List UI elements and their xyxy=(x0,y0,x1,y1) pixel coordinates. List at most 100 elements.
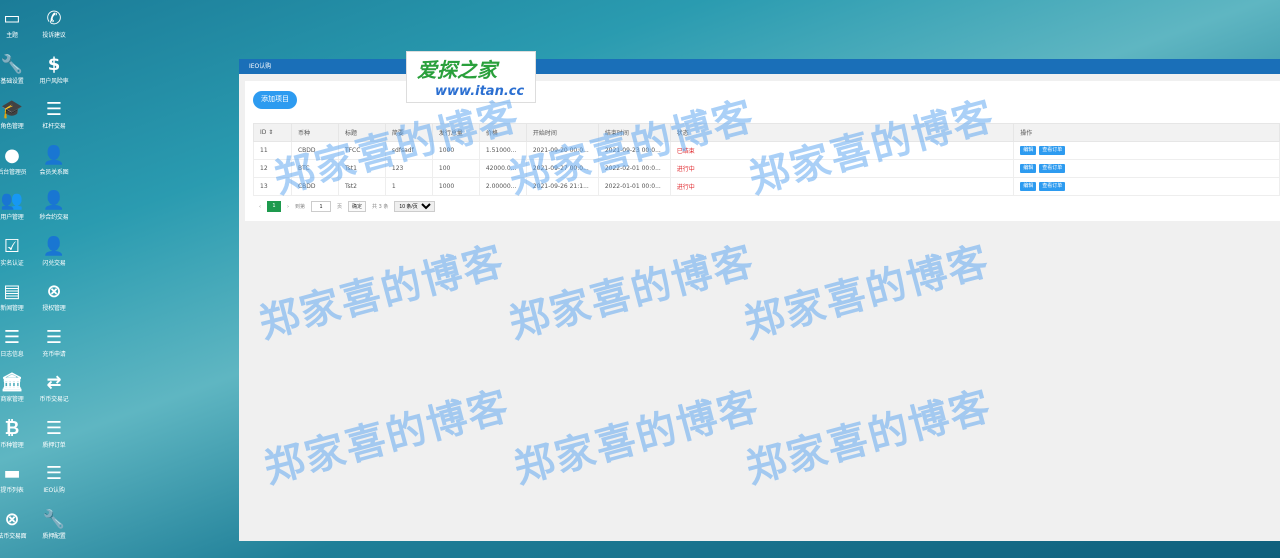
desktop-shortcut-label: 投诉建议 xyxy=(42,32,66,39)
desktop-shortcut[interactable]: 👤 会员关系图 xyxy=(34,145,74,177)
edit-button[interactable]: 编辑 xyxy=(1020,146,1037,155)
prev-page-button[interactable]: ‹ xyxy=(259,204,261,210)
bank-icon: 🏛 xyxy=(0,372,24,393)
list-icon: ☰ xyxy=(45,326,63,348)
cell-status: 进行中 xyxy=(669,159,1015,178)
cell-start: 2021-09-20 00:0... xyxy=(525,141,599,160)
desktop-shortcut[interactable]: ▬ 提币列表 xyxy=(0,463,32,495)
add-project-button[interactable]: 添加项目 xyxy=(253,91,297,109)
desktop-shortcut-label: 质押配置 xyxy=(42,532,66,540)
edit-button[interactable]: 编辑 xyxy=(1020,182,1037,191)
column-header: 币种 xyxy=(290,123,339,142)
desktop-shortcut[interactable]: $ 用户风险率 xyxy=(34,54,74,86)
desktop-shortcut[interactable]: ☰ 质押订单 xyxy=(34,418,74,450)
desktop-shortcut[interactable]: ☰ 日志信息 xyxy=(0,327,32,359)
confirm-page-button[interactable]: 确定 xyxy=(348,201,367,212)
column-header[interactable]: ID ⇕ xyxy=(253,123,292,142)
list-icon: ☰ xyxy=(45,99,63,120)
list-icon: ☰ xyxy=(45,463,63,484)
desktop-shortcut[interactable]: ⊗ 授权管理 xyxy=(34,281,74,313)
desktop-shortcut-label: 日志信息 xyxy=(0,350,24,358)
cell-id: 11 xyxy=(253,141,292,160)
window-content: 添加项目 ID ⇕ 币种 标题 简要 发行总量 价格 开始时间 结束时间 状态 操作 11 CBDD… xyxy=(245,81,1280,221)
page-1-button[interactable]: 1 xyxy=(267,201,281,212)
desktop-shortcut[interactable]: ✆ 投诉建议 xyxy=(34,8,74,40)
cell-end: 2022-02-01 00:0... xyxy=(597,159,671,178)
desktop-shortcut[interactable]: 🎓 角色管理 xyxy=(0,99,32,131)
list-icon: ☰ xyxy=(3,326,21,348)
desktop-shortcut[interactable]: ₿ 币种管理 xyxy=(0,418,32,450)
cell-coin: BTC xyxy=(290,159,339,178)
desktop-shortcut[interactable]: 👤 闪兑交易 xyxy=(34,236,74,268)
cell-total: 1000 xyxy=(431,177,480,196)
users-icon: 👥 xyxy=(0,190,24,211)
cell-price: 1.51000... xyxy=(478,141,527,160)
desktop-shortcut-label: IEO认购 xyxy=(43,487,65,494)
news-icon: ▤ xyxy=(3,281,21,302)
desktop-shortcut[interactable]: 🔧 质押配置 xyxy=(34,509,74,541)
desktop-shortcut[interactable]: ☰ 充币申请 xyxy=(34,327,74,359)
desktop-shortcut-label: 充币申请 xyxy=(42,350,66,358)
window-title: IEO认购 xyxy=(239,59,1280,74)
cell-coin: CBDD xyxy=(290,141,339,160)
cell-start: 2021-09-26 21:1... xyxy=(525,177,599,196)
desktop-shortcut-label: 授权管理 xyxy=(42,305,66,312)
cell-actions: 编辑 查看订单 xyxy=(1013,159,1280,178)
column-header: 简要 xyxy=(384,123,433,142)
desktop-shortcut-label: 实名认证 xyxy=(0,259,24,267)
desktop-shortcut[interactable]: 🔧 基础设置 xyxy=(0,54,32,86)
dollar-icon: $ xyxy=(47,53,61,75)
wrench-icon: 🔧 xyxy=(42,508,66,530)
cell-title: Tst2 xyxy=(337,177,386,196)
edit-button[interactable]: 编辑 xyxy=(1020,164,1037,173)
next-page-button[interactable]: › xyxy=(287,204,289,210)
column-header: 操作 xyxy=(1013,123,1280,142)
desktop-shortcut-label: 闪兑交易 xyxy=(42,259,66,267)
table-row: 12 BTC Tst1 123 100 42000.0... 2021-09-27 00:0… xyxy=(253,159,1280,178)
cell-id: 12 xyxy=(253,159,292,178)
cell-brief: 123 xyxy=(384,159,433,178)
desktop-shortcut-label: 后台管理员 xyxy=(0,168,27,176)
desktop-shortcut-label: 法币交易面 xyxy=(0,532,27,540)
desktop-shortcut-label: 商家管理 xyxy=(0,396,24,403)
desktop-shortcut[interactable]: ⊗ 法币交易面 xyxy=(0,509,32,541)
desktop-shortcut[interactable]: ⇄ 币币交易记 xyxy=(34,372,74,404)
column-header: 状态 xyxy=(669,123,1015,142)
desktop-shortcut[interactable]: 🏛 商家管理 xyxy=(0,372,32,404)
desktop-shortcut[interactable]: ● 后台管理员 xyxy=(0,145,32,177)
desktop-shortcut-label: 新闻管理 xyxy=(0,305,24,312)
view-orders-button[interactable]: 查看订单 xyxy=(1039,164,1066,173)
desktop-shortcut[interactable]: ▤ 新闻管理 xyxy=(0,281,32,313)
desktop-shortcut[interactable]: ☰ 杠杆交易 xyxy=(34,99,74,131)
desktop-shortcut[interactable]: ☰ IEO认购 xyxy=(34,463,74,495)
page-input[interactable] xyxy=(311,201,332,212)
cell-status: 已结束 xyxy=(669,141,1015,160)
cell-title: TFCC xyxy=(337,141,386,160)
desktop-shortcut[interactable]: 👤 秒合约交易 xyxy=(34,190,74,222)
table-row: 11 CBDD TFCC sdfsadf 1000 1.51000... 2021-09-2… xyxy=(253,141,1280,160)
desktop-shortcut-label: 币币交易记 xyxy=(39,396,69,403)
cell-coin: CBDD xyxy=(290,177,339,196)
cell-price: 2.00000... xyxy=(478,177,527,196)
cell-actions: 编辑 查看订单 xyxy=(1013,177,1280,196)
column-header: 结束时间 xyxy=(597,123,671,142)
cell-end: 2022-01-01 00:0... xyxy=(597,177,671,196)
view-orders-button[interactable]: 查看订单 xyxy=(1039,182,1066,191)
desktop-shortcut[interactable]: ☑ 实名认证 xyxy=(0,236,32,268)
user-plus-icon: 👤 xyxy=(42,235,66,257)
desktop-shortcut-label: 用户风险率 xyxy=(39,77,69,85)
per-page-select[interactable]: 10 条/页 xyxy=(394,201,436,212)
desktop-shortcut[interactable]: ▭ 主题 xyxy=(0,8,32,40)
check-icon: ☑ xyxy=(3,235,21,257)
desktop-shortcut-label: 会员关系图 xyxy=(39,168,69,176)
cell-actions: 编辑 查看订单 xyxy=(1013,141,1280,160)
view-orders-button[interactable]: 查看订单 xyxy=(1039,146,1066,155)
link-icon: ⊗ xyxy=(46,281,62,302)
desktop-shortcut-label: 用户管理 xyxy=(0,214,24,221)
user-plus-icon: 👤 xyxy=(42,190,66,211)
desktop-shortcut[interactable]: 👥 用户管理 xyxy=(0,190,32,222)
cell-total: 1000 xyxy=(431,141,480,160)
user-plus-icon: 👤 xyxy=(42,144,66,166)
cell-brief: sdfsadf xyxy=(384,141,433,160)
desktop-shortcut-label: 杠杆交易 xyxy=(42,123,66,130)
